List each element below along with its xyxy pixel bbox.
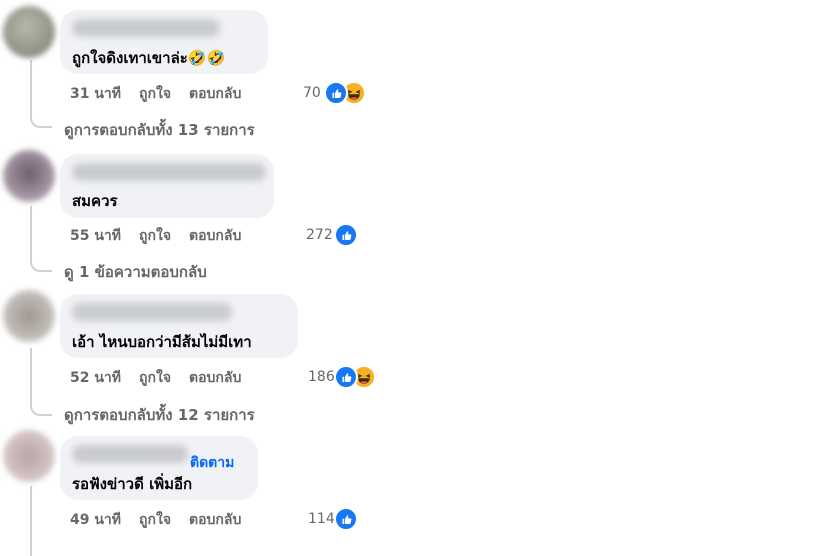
comment-bubble: สมควร [60,154,274,218]
like-icon [324,81,348,105]
author-name[interactable] [72,303,232,321]
thread-elbow [30,258,52,272]
like-button[interactable]: ถูกใจ [139,367,171,389]
reactions[interactable] [334,507,358,531]
reactions[interactable] [324,81,366,105]
reaction-count[interactable]: 272 [306,227,333,243]
author-name[interactable] [72,445,188,463]
thread-elbow [30,114,52,128]
timestamp[interactable]: 49 นาที [70,509,121,531]
like-button[interactable]: ถูกใจ [139,509,171,531]
view-replies-link[interactable]: ดู 1 ข้อความตอบกลับ [64,260,207,284]
like-button[interactable]: ถูกใจ [139,83,171,105]
avatar[interactable] [3,150,55,202]
avatar[interactable] [3,290,55,342]
reaction-count[interactable]: 186 [308,369,335,385]
reply-button[interactable]: ตอบกลับ [189,367,241,389]
reply-button[interactable]: ตอบกลับ [189,83,241,105]
reaction-count[interactable]: 70 [303,85,321,101]
comment-actions: 49 นาที ถูกใจ ตอบกลับ [70,509,259,531]
thread-line [30,60,32,115]
avatar[interactable] [3,430,55,482]
like-icon [334,223,358,247]
comment-text: ถูกใจดิงเทาเขาล่ะ🤣🤣 [72,49,226,67]
follow-button[interactable]: ติดตาม [190,452,234,474]
comment-actions: 31 นาที ถูกใจ ตอบกลับ [70,83,259,105]
thread-elbow [30,402,52,416]
comment-bubble: เอ้า ไหนบอกว่ามีส้มไม่มีเทา [60,294,298,358]
reactions[interactable] [334,223,358,247]
timestamp[interactable]: 55 นาที [70,225,121,247]
like-icon [334,507,358,531]
comment-text: รอฟังข่าวดี เพิ่มอีก [72,475,193,493]
comment-text: สมควร [72,192,118,210]
comment-text: เอ้า ไหนบอกว่ามีส้มไม่มีเทา [72,333,252,351]
comment-bubble: ถูกใจดิงเทาเขาล่ะ🤣🤣 [60,10,268,74]
thread-line [30,486,32,556]
timestamp[interactable]: 31 นาที [70,83,121,105]
author-name[interactable] [72,163,266,181]
comment-actions: 55 นาที ถูกใจ ตอบกลับ [70,225,259,247]
timestamp[interactable]: 52 นาที [70,367,121,389]
like-icon [334,365,358,389]
reactions[interactable] [334,365,376,389]
avatar[interactable] [3,6,55,58]
view-replies-link[interactable]: ดูการตอบกลับทั้ง 13 รายการ [64,118,255,142]
reaction-count[interactable]: 114 [308,511,335,527]
comment-actions: 52 นาที ถูกใจ ตอบกลับ [70,367,259,389]
author-name[interactable] [72,19,220,37]
view-replies-link[interactable]: ดูการตอบกลับทั้ง 12 รายการ [64,403,255,427]
reply-button[interactable]: ตอบกลับ [189,225,241,247]
reply-button[interactable]: ตอบกลับ [189,509,241,531]
like-button[interactable]: ถูกใจ [139,225,171,247]
thread-line [30,348,32,405]
thread-line [30,206,32,261]
